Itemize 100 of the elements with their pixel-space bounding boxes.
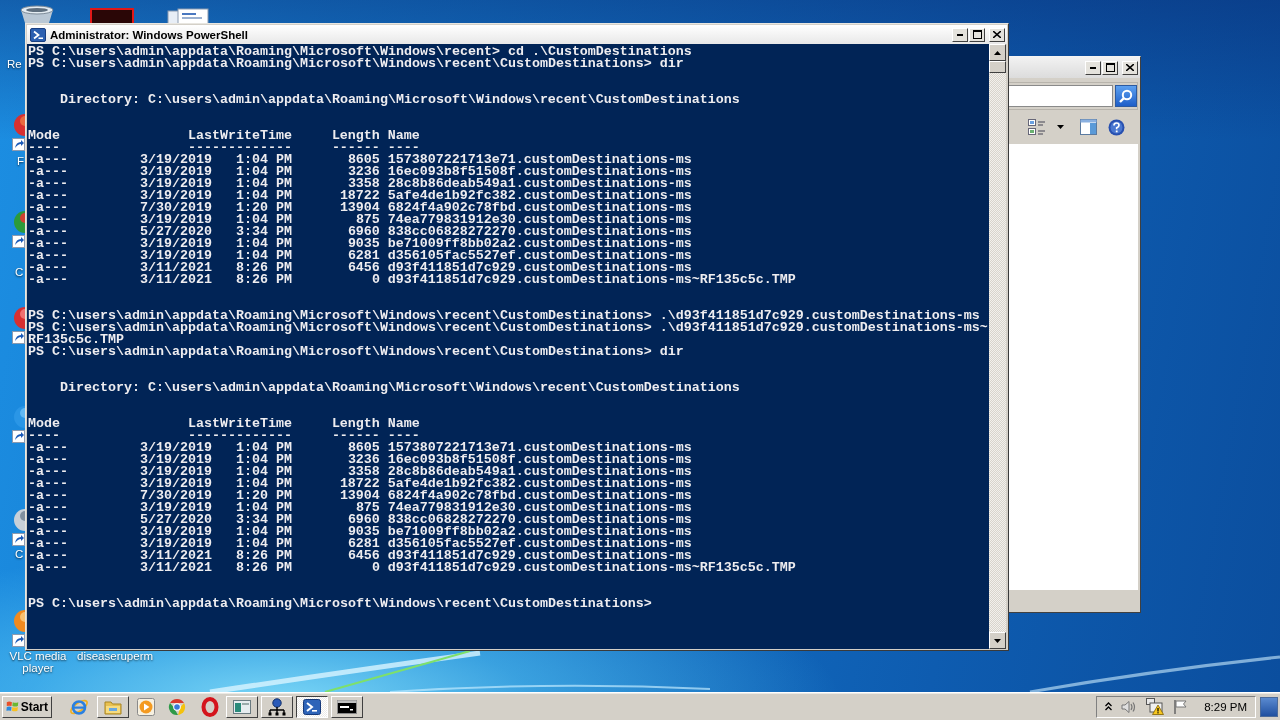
- desktop-icon-label[interactable]: VLC media player: [8, 650, 68, 674]
- preview-pane-icon[interactable]: [1080, 119, 1097, 135]
- file-name: 28c8b86deab549a1.customDestinations-ms: [387, 466, 692, 478]
- file-name: d356105fac5527ef.customDestinations-ms: [387, 538, 692, 550]
- file-length: 6960: [347, 226, 380, 238]
- command-line: PS C:\users\admin\appdata\Roaming\Microsoft\Windows\recent> cd .\CustomDestinations: [28, 46, 692, 58]
- file-name: 6824f4a902c78fbd.customDestinations-ms: [387, 490, 692, 502]
- desktop-icon-label[interactable]: diseaseruperm: [77, 650, 154, 662]
- header-underline: -------------: [187, 430, 292, 442]
- play-icon[interactable]: [137, 697, 155, 716]
- file-length: 6281: [347, 538, 380, 550]
- column-header: Mode: [28, 130, 60, 142]
- close-icon: [993, 31, 1001, 38]
- file-date: 3/19/2019: [139, 214, 212, 226]
- file-time: 1:04 PM: [235, 466, 292, 478]
- file-time: 1:04 PM: [235, 538, 292, 550]
- minimize-icon: [957, 33, 963, 36]
- file-time: 1:04 PM: [235, 478, 292, 490]
- file-mode: -a---: [28, 454, 68, 466]
- browser-icon[interactable]: [167, 696, 187, 717]
- maximize-button[interactable]: [969, 27, 985, 42]
- file-name: 28c8b86deab549a1.customDestinations-ms: [387, 178, 692, 190]
- scroll-up-button[interactable]: [989, 44, 1006, 61]
- file-mode: -a---: [28, 178, 68, 190]
- help-icon[interactable]: [1108, 118, 1125, 136]
- file-time: 8:26 PM: [235, 562, 292, 574]
- search-field[interactable]: [1009, 85, 1113, 107]
- header-underline: ------: [331, 430, 380, 442]
- minimize-button[interactable]: [952, 27, 968, 42]
- file-date: 3/19/2019: [139, 238, 212, 250]
- start-button[interactable]: Start: [2, 695, 52, 718]
- desktop-icon-label[interactable]: C: [15, 266, 24, 279]
- scroll-down-button[interactable]: [989, 632, 1006, 649]
- desktop-icon-label[interactable]: Re: [7, 58, 22, 71]
- file-date: 3/19/2019: [139, 478, 212, 490]
- file-time: 3:34 PM: [235, 226, 292, 238]
- file-length: 6281: [347, 250, 380, 262]
- file-mode: -a---: [28, 214, 68, 226]
- command-line: PS C:\users\admin\appdata\Roaming\Microsoft\Windows\recent\CustomDestinations> .\d93f411851d7c929.customDestinations-ms~RF135c5c.TMP: [28, 322, 988, 346]
- recycle-bin-icon[interactable]: [18, 5, 56, 23]
- file-length: 13904: [339, 490, 380, 502]
- maximize-button[interactable]: [1102, 60, 1118, 75]
- desktop-icon-label[interactable]: C: [15, 548, 24, 561]
- file-length: 6960: [347, 514, 380, 526]
- clock[interactable]: 8:29 PM: [1204, 700, 1247, 713]
- show-desktop-button[interactable]: [1260, 696, 1278, 717]
- directory-heading: Directory: C:\users\admin\appdata\Roaming\Microsoft\Windows\recent\CustomDestinations: [60, 94, 740, 106]
- column-header: Length: [331, 130, 380, 142]
- file-mode: -a---: [28, 526, 68, 538]
- header-underline: ----: [28, 430, 60, 442]
- file-date: 5/27/2020: [139, 514, 212, 526]
- header-underline: ----: [387, 430, 420, 442]
- file-date: 3/11/2021: [139, 262, 212, 274]
- file-mode: -a---: [28, 550, 68, 562]
- caret-icon[interactable]: [1057, 125, 1064, 129]
- scroll-thumb[interactable]: [989, 61, 1006, 73]
- file-date: 3/19/2019: [139, 538, 212, 550]
- taskbar-button[interactable]: [296, 695, 328, 718]
- start-logo-icon: [6, 699, 19, 714]
- view-options-icon[interactable]: [1028, 118, 1046, 136]
- window-icon: [233, 699, 251, 714]
- file-date: 7/30/2019: [139, 490, 212, 502]
- close-button[interactable]: [1122, 60, 1138, 75]
- file-mode: -a---: [28, 478, 68, 490]
- ring-icon[interactable]: [201, 696, 219, 717]
- speaker-icon[interactable]: [1121, 699, 1138, 714]
- file-name: 16ec093b8f51508f.customDestinations-ms: [387, 454, 692, 466]
- flag-icon[interactable]: [1173, 698, 1190, 715]
- file-length: 0: [371, 274, 380, 286]
- header-underline: ----: [387, 142, 420, 154]
- file-date: 3/19/2019: [139, 442, 212, 454]
- close-icon: [1126, 64, 1134, 71]
- network-icon: [268, 697, 286, 716]
- file-length: 8605: [347, 154, 380, 166]
- chevron-up-icon[interactable]: [1105, 702, 1113, 711]
- file-time: 1:04 PM: [235, 442, 292, 454]
- network-warning-icon[interactable]: [1146, 698, 1165, 715]
- maximize-icon: [1105, 63, 1115, 72]
- down-arrow-icon: [994, 638, 1001, 643]
- minimize-button[interactable]: [1085, 60, 1101, 75]
- search-button[interactable]: [1115, 85, 1137, 107]
- file-mode: -a---: [28, 274, 68, 286]
- command-line: PS C:\users\admin\appdata\Roaming\Microsoft\Windows\recent\CustomDestinations>: [28, 598, 652, 610]
- file-name: 1573807221713e71.customDestinations-ms: [387, 442, 692, 454]
- close-button[interactable]: [989, 27, 1005, 42]
- header-underline: ------: [331, 142, 380, 154]
- file-mode: -a---: [28, 538, 68, 550]
- column-header: LastWriteTime: [187, 418, 292, 430]
- file-name: 838cc06828272270.customDestinations-ms: [387, 226, 692, 238]
- file-length: 13904: [339, 202, 380, 214]
- file-date: 7/30/2019: [139, 202, 212, 214]
- file-name: d93f411851d7c929.customDestinations-ms~RF135c5c.TMP: [387, 274, 796, 286]
- scrollbar[interactable]: [989, 44, 1006, 649]
- file-length: 875: [355, 214, 380, 226]
- command-line: PS C:\users\admin\appdata\Roaming\Microsoft\Windows\recent\CustomDestinations> dir: [28, 346, 684, 358]
- desktop-icon-label[interactable]: F: [17, 155, 25, 168]
- column-header: Length: [331, 418, 380, 430]
- file-length: 8605: [347, 442, 380, 454]
- file-mode: -a---: [28, 262, 68, 274]
- column-header: Name: [387, 130, 420, 142]
